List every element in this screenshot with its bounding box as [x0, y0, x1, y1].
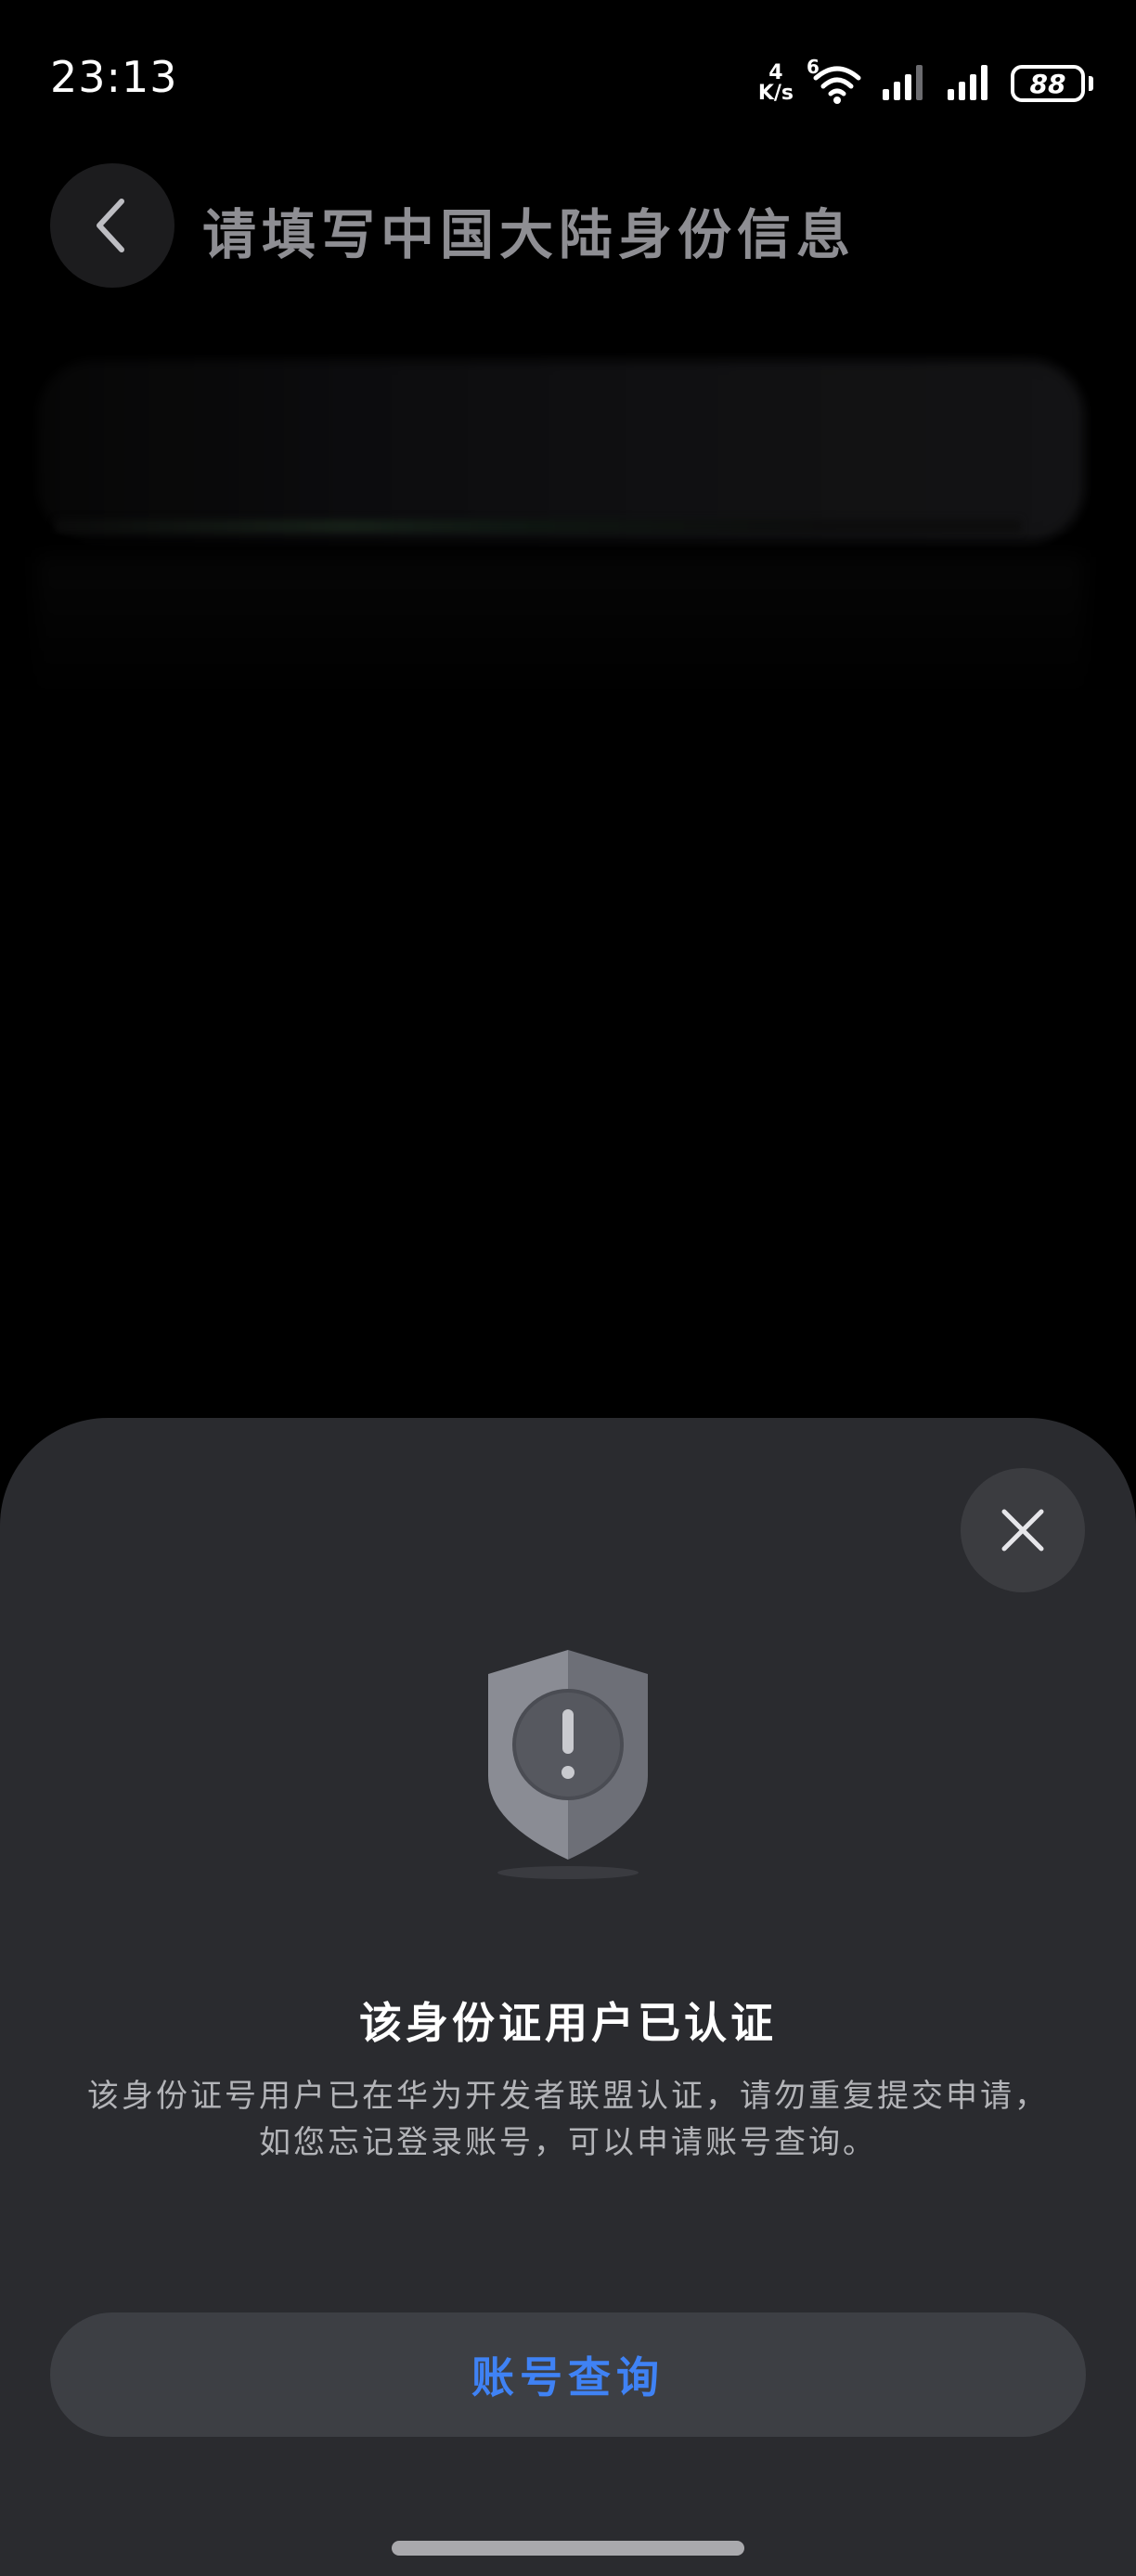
close-icon	[1001, 1509, 1044, 1552]
blurred-form-shadow	[37, 557, 1084, 705]
blurred-form-field	[37, 360, 1084, 542]
battery-tip	[1089, 76, 1093, 91]
cellular-signal-icon	[881, 61, 929, 106]
page-title: 请填写中国大陆身份信息	[202, 203, 857, 266]
chevron-left-icon	[97, 199, 124, 252]
wifi-badge: 6	[807, 56, 820, 78]
status-time: 23:13	[50, 52, 178, 102]
network-speed-unit: K/s	[757, 82, 794, 105]
back-button[interactable]	[50, 163, 174, 288]
status-icons: 4 K/s 6 88	[758, 56, 1093, 109]
dialog-title: 该身份证用户已认证	[359, 1998, 777, 2048]
dialog-description: 该身份证号用户已在华为开发者联盟认证，请勿重复提交申请，如您忘记登录账号，可以申…	[87, 2078, 1049, 2161]
close-button[interactable]	[961, 1468, 1085, 1592]
shield-exclamation-icon	[483, 1646, 653, 1887]
screen: 23:13 4 K/s 6 88 请填写中国大陆身份信息 该身份证用户已认证 该…	[0, 0, 1136, 2576]
status-bar: 23:13 4 K/s 6 88	[0, 0, 1136, 158]
blurred-form-underline	[56, 520, 1021, 533]
wifi-icon: 6	[807, 56, 864, 106]
battery-level: 88	[1029, 68, 1066, 99]
account-query-button[interactable]: 账号查询	[50, 2312, 1086, 2437]
battery-icon: 88	[1011, 65, 1085, 102]
home-indicator[interactable]	[392, 2541, 744, 2556]
network-speed-value: 4	[768, 61, 783, 84]
cellular-signal-icon	[946, 61, 994, 106]
network-speed: 4 K/s	[758, 63, 794, 104]
